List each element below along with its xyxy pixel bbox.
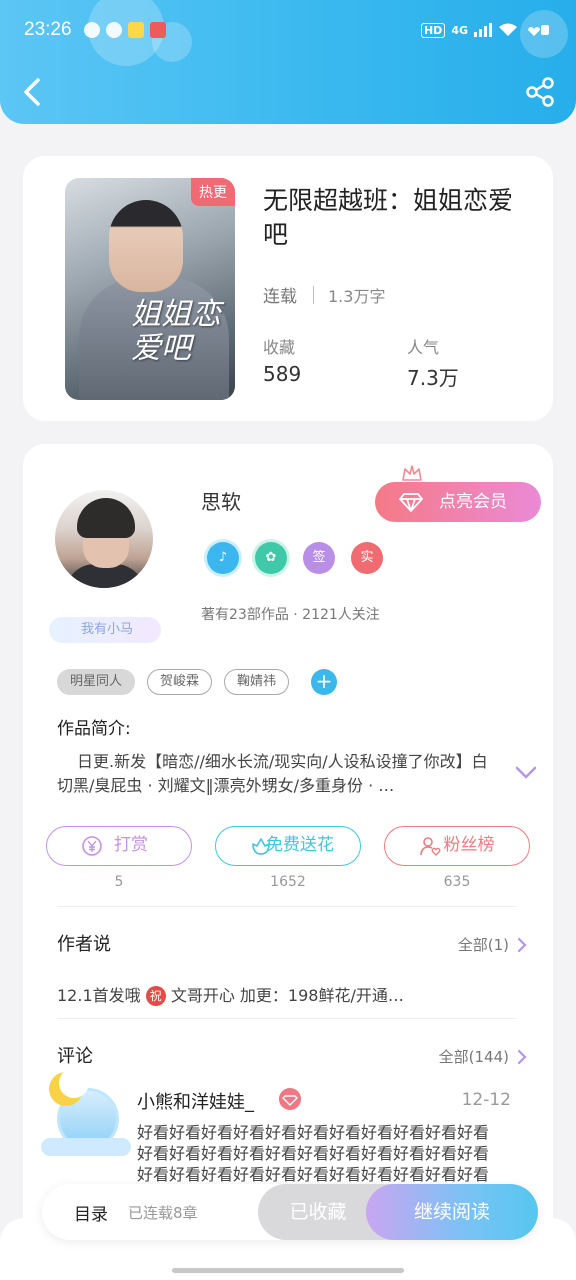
author-badges: ♪ ✿ 签 实 [207, 542, 383, 574]
commenter-name[interactable]: 小熊和洋娃娃_ [137, 1088, 254, 1114]
author-says-text-part: 12.1首发哦 [57, 986, 141, 1005]
author-says-text[interactable]: 12.1首发哦 祝 文哥开心 加更：198鲜花/开通… [57, 982, 404, 1006]
vip-button[interactable]: 点亮会员 [375, 482, 541, 522]
music-badge-icon[interactable]: ♪ [207, 542, 239, 574]
app-notification-icon [84, 22, 100, 38]
signal-icon [474, 23, 492, 37]
avatar-figure [77, 498, 135, 538]
hd-icon: HD [420, 22, 446, 38]
yen-icon [82, 836, 102, 856]
popularity-value: 7.3万 [407, 366, 459, 390]
share-icon[interactable] [524, 76, 556, 108]
flower-count: 1652 [270, 874, 306, 890]
author-name[interactable]: 思软 [201, 486, 241, 515]
commenter-avatar[interactable] [41, 1068, 131, 1162]
tip-button-label: 打赏 [114, 835, 148, 855]
send-flower-button[interactable]: 免费送花 [215, 826, 361, 866]
popularity-label: 人气 [407, 338, 440, 357]
toc-button[interactable]: 目录 [74, 1200, 108, 1225]
wechat-icon [106, 22, 122, 38]
tag-list: 明星同人 贺峻霖 鞠婧祎 + [57, 669, 338, 695]
favorites-label: 收藏 [263, 338, 296, 357]
book-info-card: 姐姐恋爱吧 热更 无限超越班：姐姐恋爱吧 连载 1.3万字 收藏 589 人气 … [23, 156, 553, 421]
cover-figure [109, 200, 183, 292]
cover-title-art: 姐姐恋爱吧 [131, 297, 221, 366]
author-card: 我有小马 思软 点亮会员 ♪ ✿ 签 实 著有23部作品 · 2121人关注 明… [23, 444, 553, 1244]
comments-more-label: 全部(144) [438, 1048, 509, 1066]
author-says-text-part: 文哥开心 加更：198鲜花/开通… [170, 986, 404, 1005]
blessing-icon: 祝 [145, 986, 166, 1006]
comments-more[interactable]: 全部(144) [439, 1046, 527, 1067]
verified-badge[interactable]: 实 [351, 542, 383, 574]
intro-text: 日更.新发【暗恋//细水长流/现实向/人设私设撞了你改】白切黑/臭屁虫 · 刘耀… [57, 752, 488, 795]
comment-text[interactable]: 好看好看好看好看好看好看好看好看好看好看好看好看好看好看好看好看好看好看好看好看… [137, 1122, 499, 1185]
tag-item[interactable]: 贺峻霖 [147, 669, 213, 695]
intro-heading: 作品简介: [57, 719, 131, 739]
user-heart-icon [420, 837, 441, 856]
tag-item[interactable]: 鞠婧祎 [224, 669, 290, 695]
author-avatar[interactable] [55, 490, 153, 588]
back-arrow-icon[interactable] [18, 74, 48, 110]
app-notification-icon [150, 22, 166, 38]
home-indicator[interactable] [172, 1268, 404, 1273]
word-count: 1.3万字 [328, 286, 386, 306]
author-says-more[interactable]: 全部(1) [458, 934, 527, 955]
app-notification-icon [128, 22, 144, 38]
crown-icon [402, 465, 422, 481]
divider [57, 906, 517, 907]
favorites-value: 589 [263, 362, 302, 386]
serial-status: 连载 [263, 287, 297, 307]
handshake-badge-icon[interactable]: ✿ [255, 542, 287, 574]
send-flower-label: 免费送花 [266, 835, 334, 855]
continue-reading-button[interactable]: 继续阅读 [366, 1184, 538, 1240]
status-time: 23:26 [24, 19, 72, 40]
fan-rank-label: 粉丝榜 [443, 835, 495, 855]
diamond-icon [399, 493, 423, 512]
add-tag-button[interactable]: + [311, 669, 338, 695]
vip-diamond-icon [279, 1088, 301, 1110]
fan-rank-button[interactable]: 粉丝榜 [384, 826, 530, 866]
moon-icon [59, 1068, 89, 1098]
cloud-decor [41, 1138, 131, 1156]
book-title: 无限超越班：姐姐恋爱吧 [263, 186, 514, 249]
divider [313, 285, 314, 304]
fan-tag: 我有小马 [49, 617, 161, 643]
comment-date: 12-12 [461, 1090, 511, 1110]
comments-heading: 评论 [57, 1046, 93, 1067]
system-status-icons: HD 4G [420, 22, 550, 38]
hot-update-badge: 热更 [191, 178, 235, 206]
chapter-count: 已连载8章 [128, 1204, 198, 1222]
vip-button-label: 点亮会员 [439, 492, 507, 512]
status-bar: 23:26 HD 4G [0, 14, 576, 48]
author-says-heading: 作者说 [57, 934, 111, 955]
tag-item[interactable]: 明星同人 [57, 669, 136, 695]
flower-icon [252, 838, 270, 855]
chevron-right-icon [517, 1049, 527, 1064]
tip-count: 5 [114, 874, 124, 890]
header-bar: 23:26 HD 4G [0, 0, 576, 124]
author-says-more-label: 全部(1) [457, 936, 509, 954]
bottom-action-bar: 目录 已连载8章 已收藏 继续阅读 [42, 1184, 538, 1240]
divider [57, 1018, 517, 1019]
fan-rank-count: 635 [443, 874, 471, 890]
network-type: 4G [451, 23, 468, 37]
book-meta: 连载 1.3万字 [263, 282, 385, 307]
signed-badge[interactable]: 签 [303, 542, 335, 574]
chevron-right-icon [517, 937, 527, 952]
chevron-down-icon[interactable] [515, 766, 537, 780]
wifi-icon [499, 23, 517, 36]
book-cover[interactable]: 姐姐恋爱吧 热更 [65, 178, 235, 400]
tip-button[interactable]: 打赏 [46, 826, 192, 866]
battery-icon [528, 25, 549, 36]
notification-icons [84, 22, 166, 38]
author-works-count: 著有23部作品 · 2121人关注 [201, 607, 380, 623]
